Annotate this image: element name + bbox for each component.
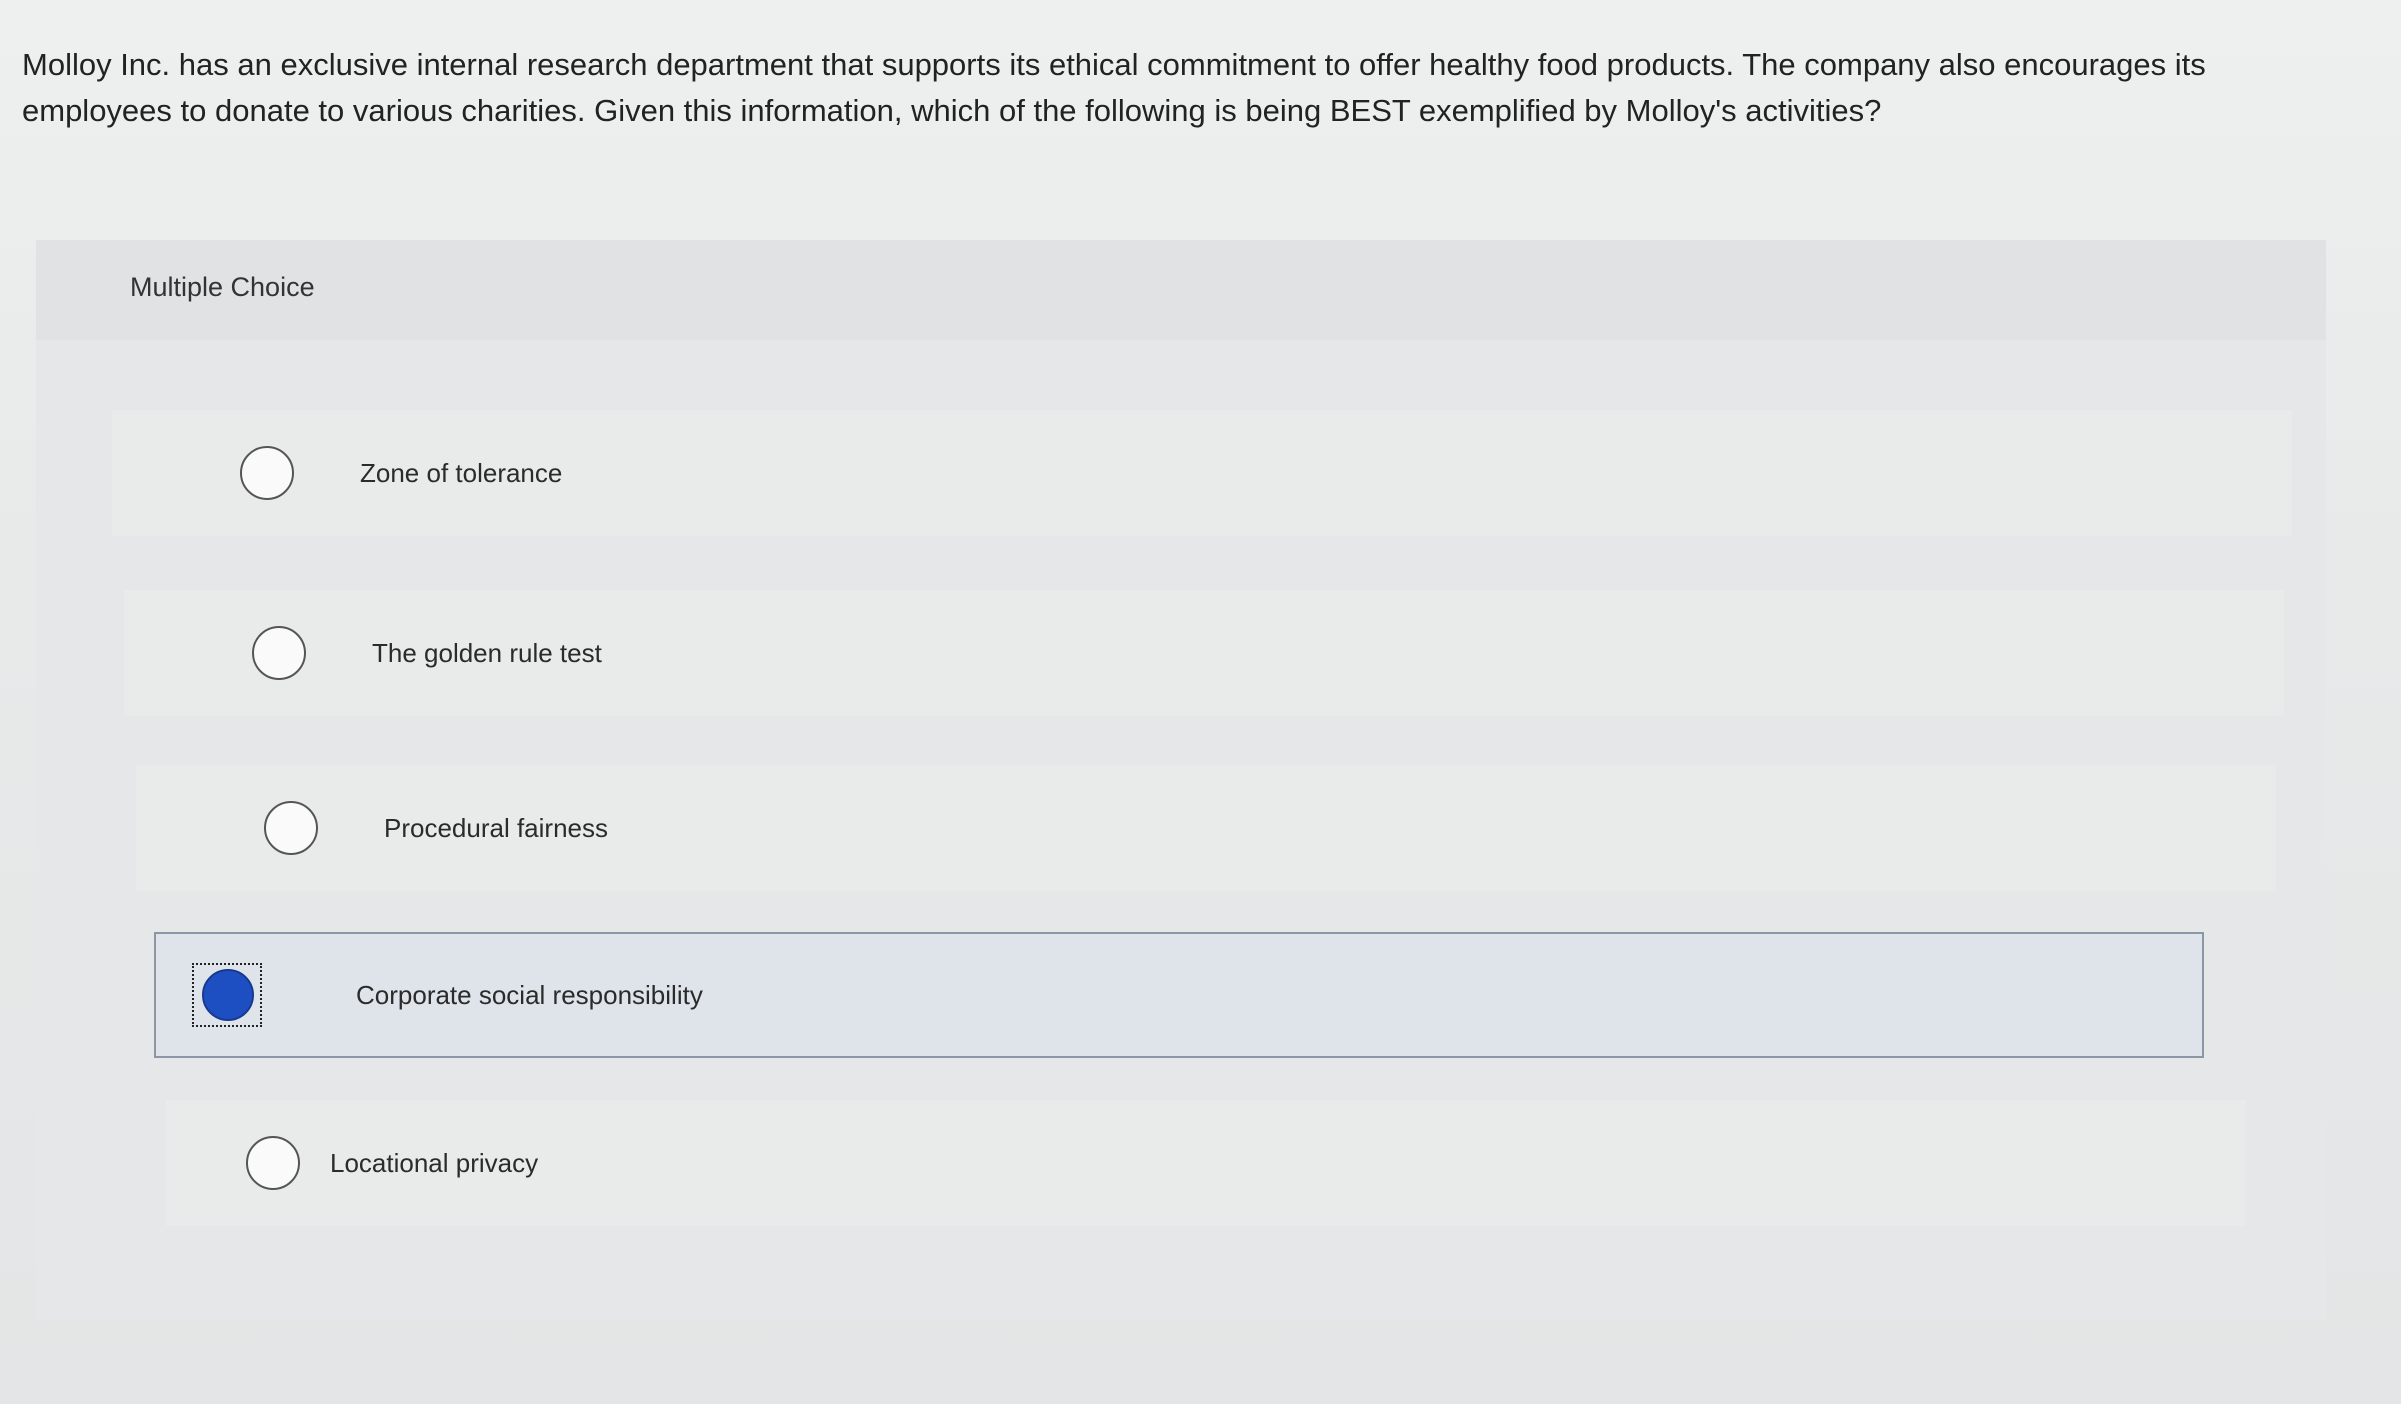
option-golden-rule-test[interactable]: The golden rule test [124,590,2284,716]
option-label: Procedural fairness [384,813,608,843]
radio-button[interactable] [240,446,294,500]
panel-title: Multiple Choice [130,272,315,302]
option-corporate-social-responsibility[interactable]: Corporate social responsibility [154,932,2204,1058]
option-label: Corporate social responsibility [356,980,703,1010]
option-label: Locational privacy [330,1148,539,1178]
radio-button[interactable] [246,1136,300,1190]
radio-selected-dot [202,969,254,1021]
radio-button[interactable] [264,801,318,855]
option-zone-of-tolerance[interactable]: Zone of tolerance [112,410,2292,536]
panel-header: Multiple Choice [36,240,2326,340]
option-label: Zone of tolerance [360,458,563,488]
option-procedural-fairness[interactable]: Procedural fairness [136,765,2276,891]
question-text: Molloy Inc. has an exclusive internal re… [22,47,2206,128]
radio-button[interactable] [252,626,306,680]
option-locational-privacy[interactable]: Locational privacy [166,1100,2246,1226]
radio-button-focused[interactable] [192,963,262,1027]
multiple-choice-panel: Multiple Choice Zone of tolerance The go… [36,240,2326,1320]
option-label: The golden rule test [372,638,602,668]
